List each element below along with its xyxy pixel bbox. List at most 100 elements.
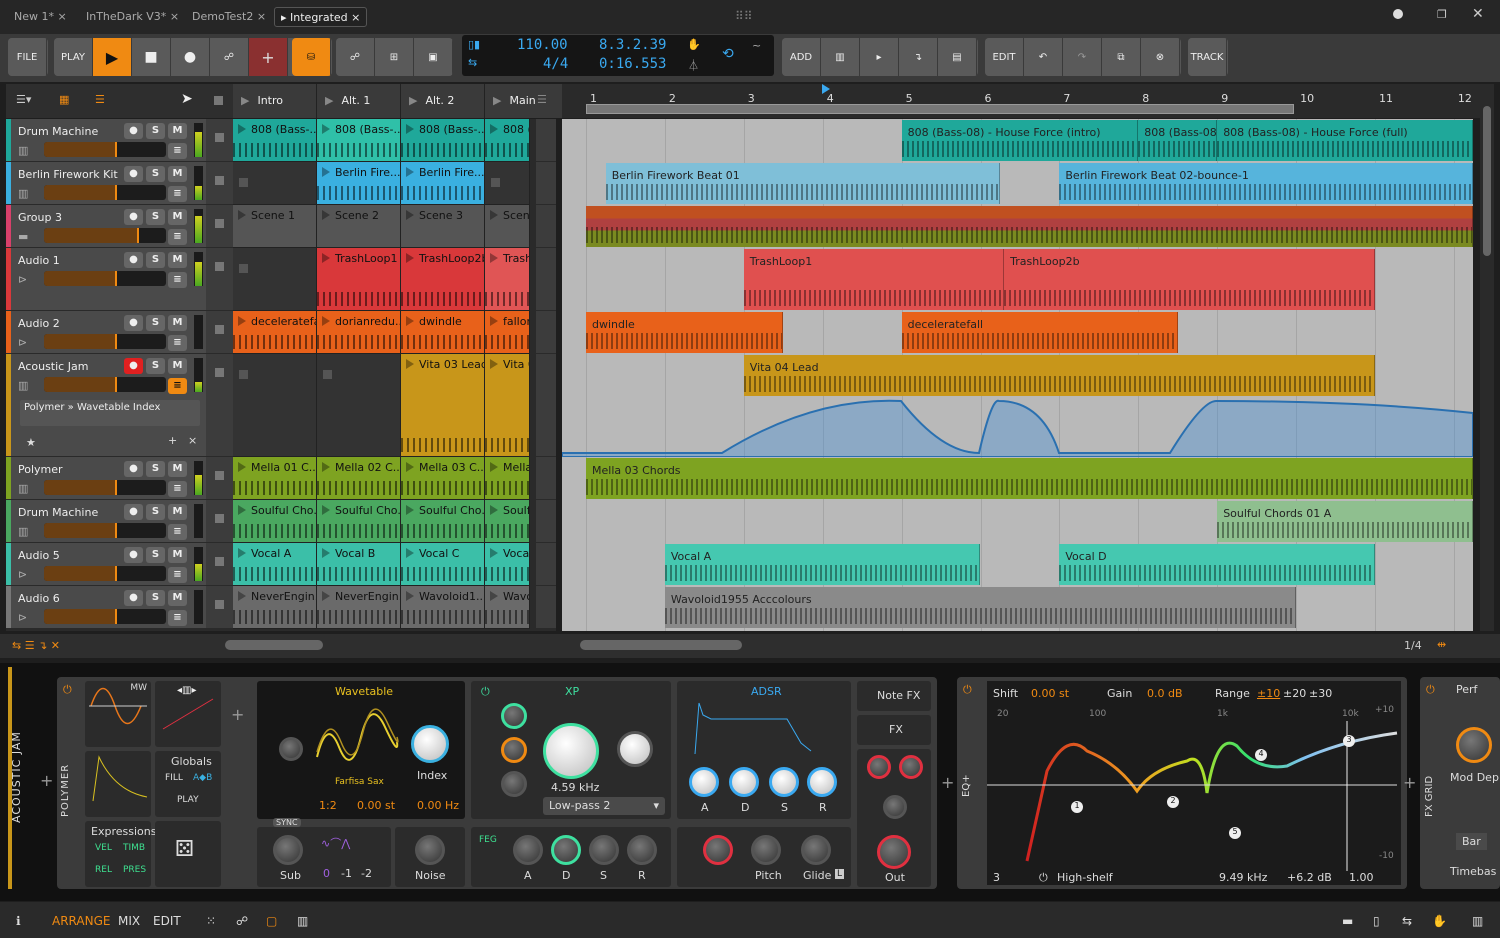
track-menu-button[interactable]: ≡ [168, 481, 187, 497]
launcher-row-menu[interactable] [536, 205, 556, 248]
launcher-clip[interactable]: Mella 02 C... [317, 457, 401, 500]
wavetable-name[interactable]: Farfisa Sax [335, 777, 384, 787]
redo-icon[interactable]: ↷ [1063, 38, 1102, 76]
solo-button[interactable]: S [146, 123, 165, 139]
octave-0[interactable]: 0 [323, 867, 330, 880]
arranger-clip[interactable]: Berlin Firework Beat 02-bounce-1 [1059, 163, 1473, 204]
rel-button[interactable]: REL [95, 865, 112, 875]
arranger-clip[interactable]: Vocal D [1059, 544, 1375, 585]
automation-parameter-selector[interactable]: Polymer » Wavetable Index [20, 400, 200, 426]
clip-play-icon[interactable] [490, 359, 498, 369]
launcher-row-menu[interactable] [536, 162, 556, 205]
envelope-modulator[interactable] [85, 751, 151, 817]
clip-play-icon[interactable] [322, 591, 330, 601]
filter-drive-knob[interactable] [501, 703, 527, 729]
launcher-overdub-button[interactable]: ⛁ [292, 38, 331, 76]
clip-stop-button[interactable] [206, 162, 233, 205]
arranger-clip[interactable]: 808 (Bass-08) - House Force (intro) [901, 120, 1139, 161]
mute-button[interactable]: M [168, 590, 187, 606]
launcher-clip[interactable]: Mella 03 C... [401, 457, 485, 500]
empty-slot-icon[interactable] [491, 178, 500, 187]
track-menu-button[interactable]: TRACK [1188, 38, 1227, 76]
device-panel-icon[interactable]: ▢ [266, 914, 277, 928]
scene-header[interactable]: ▶ Alt. 1 [317, 84, 401, 118]
record-arm-button[interactable]: ● [124, 166, 143, 182]
track-name[interactable]: Audio 5 [18, 549, 60, 562]
clip-play-icon[interactable] [238, 505, 246, 515]
vertical-scrollbar[interactable] [1480, 84, 1494, 631]
eq-band-4-handle[interactable]: 4 [1255, 749, 1267, 761]
delete-icon[interactable]: ⊗ [1141, 38, 1180, 76]
empty-clip-slot[interactable] [233, 248, 317, 311]
adsr-a-knob[interactable] [689, 767, 719, 797]
timb-button[interactable]: TIMB [123, 843, 145, 853]
feg-a-knob[interactable] [513, 835, 543, 865]
track-name[interactable]: Audio 1 [18, 254, 60, 267]
launcher-clip[interactable]: TrashLoop2b [401, 248, 485, 311]
launcher-clip[interactable]: Vocal C [401, 543, 485, 586]
track-menu-button[interactable]: ≡ [168, 567, 187, 583]
launcher-clip[interactable]: 808 (Bass-... [401, 119, 485, 162]
eq-band-2-handle[interactable]: 2 [1167, 796, 1179, 808]
loop-range-bar[interactable] [586, 104, 1294, 114]
record-arm-button[interactable]: ● [124, 547, 143, 563]
doc-tab-integrated[interactable]: ▸ Integrated × [274, 7, 368, 27]
keytrack-modulator[interactable]: ◂▥▸ [155, 681, 221, 747]
stop-all-clips-button[interactable] [214, 96, 223, 105]
punch-icon[interactable]: ▯▮ [468, 38, 480, 51]
launcher-clip[interactable]: Soulful Cho... [401, 500, 485, 543]
launcher-clip[interactable]: 808 (Bass-... [485, 119, 530, 162]
clip-play-icon[interactable] [238, 548, 246, 558]
doc-tab-demotest2[interactable]: DemoTest2 × [186, 7, 272, 27]
metronome-tap-icon[interactable]: ✋ [687, 38, 701, 51]
volume-slider[interactable] [44, 480, 166, 495]
volume-slider[interactable] [44, 566, 166, 581]
remove-automation-icon[interactable]: × [188, 434, 197, 447]
sub-knob[interactable] [273, 835, 303, 865]
automation-lane[interactable] [562, 397, 1473, 457]
clip-stop-button[interactable] [206, 248, 233, 311]
overdub-button[interactable]: + [249, 38, 288, 76]
band-q-value[interactable]: 1.00 [1349, 871, 1374, 884]
empty-clip-slot[interactable] [317, 354, 401, 457]
add-device-icon[interactable]: + [40, 771, 53, 790]
arranger-clip[interactable]: Vita 04 Lead [743, 355, 1375, 396]
clip-play-icon[interactable] [238, 591, 246, 601]
clip-stop-button[interactable] [206, 543, 233, 586]
arranger-timeline[interactable]: 808 (Bass-08) - House Force (intro) 808 (… [562, 119, 1473, 631]
launcher-clip[interactable]: Trash [485, 248, 530, 311]
volume-slider[interactable] [44, 609, 166, 624]
arranger-clip[interactable]: TrashLoop2b [1004, 249, 1375, 310]
launcher-clip[interactable]: Scene [485, 205, 530, 248]
clip-stop-button[interactable] [206, 354, 233, 457]
metronome-icon[interactable]: ⏃ [688, 57, 699, 73]
add-menu-button[interactable]: ADD [782, 38, 821, 76]
play-menu-button[interactable]: PLAY [54, 38, 93, 76]
clip-play-icon[interactable] [490, 124, 498, 134]
band-freq-value[interactable]: 9.49 kHz [1219, 871, 1267, 884]
launcher-clip[interactable]: Vocal B [317, 543, 401, 586]
footer-tools-icon[interactable]: ⇆ ☰ ↴ ✕ [12, 639, 60, 652]
mute-button[interactable]: M [168, 504, 187, 520]
volume-slider[interactable] [44, 271, 166, 286]
restore-icon[interactable]: ❐ [1437, 8, 1447, 21]
empty-slot-icon[interactable] [239, 370, 248, 379]
launcher-clip[interactable]: Scene 1 [233, 205, 317, 248]
volume-slider[interactable] [44, 377, 166, 392]
glide-legato-badge[interactable]: L [835, 869, 845, 879]
clip-play-icon[interactable] [406, 548, 414, 558]
launcher-row-menu[interactable] [536, 500, 556, 543]
info-icon[interactable]: ℹ [16, 914, 21, 928]
feg-label[interactable]: FEG [479, 835, 497, 845]
launcher-row-menu[interactable] [536, 543, 556, 586]
launcher-clip[interactable]: Wavo [485, 586, 530, 629]
track-name[interactable]: Drum Machine [18, 506, 98, 519]
close-icon[interactable]: × [351, 11, 360, 24]
clip-play-icon[interactable] [322, 316, 330, 326]
track-header[interactable]: Polymer ● S M ▥ ≡ [6, 457, 206, 500]
record-arm-button[interactable]: ● [124, 504, 143, 520]
mute-button[interactable]: M [168, 358, 187, 374]
track-menu-button[interactable]: ≡ [168, 524, 187, 540]
launcher-row-menu[interactable] [536, 248, 556, 311]
pitch-value[interactable]: 0.00 st [357, 799, 395, 812]
